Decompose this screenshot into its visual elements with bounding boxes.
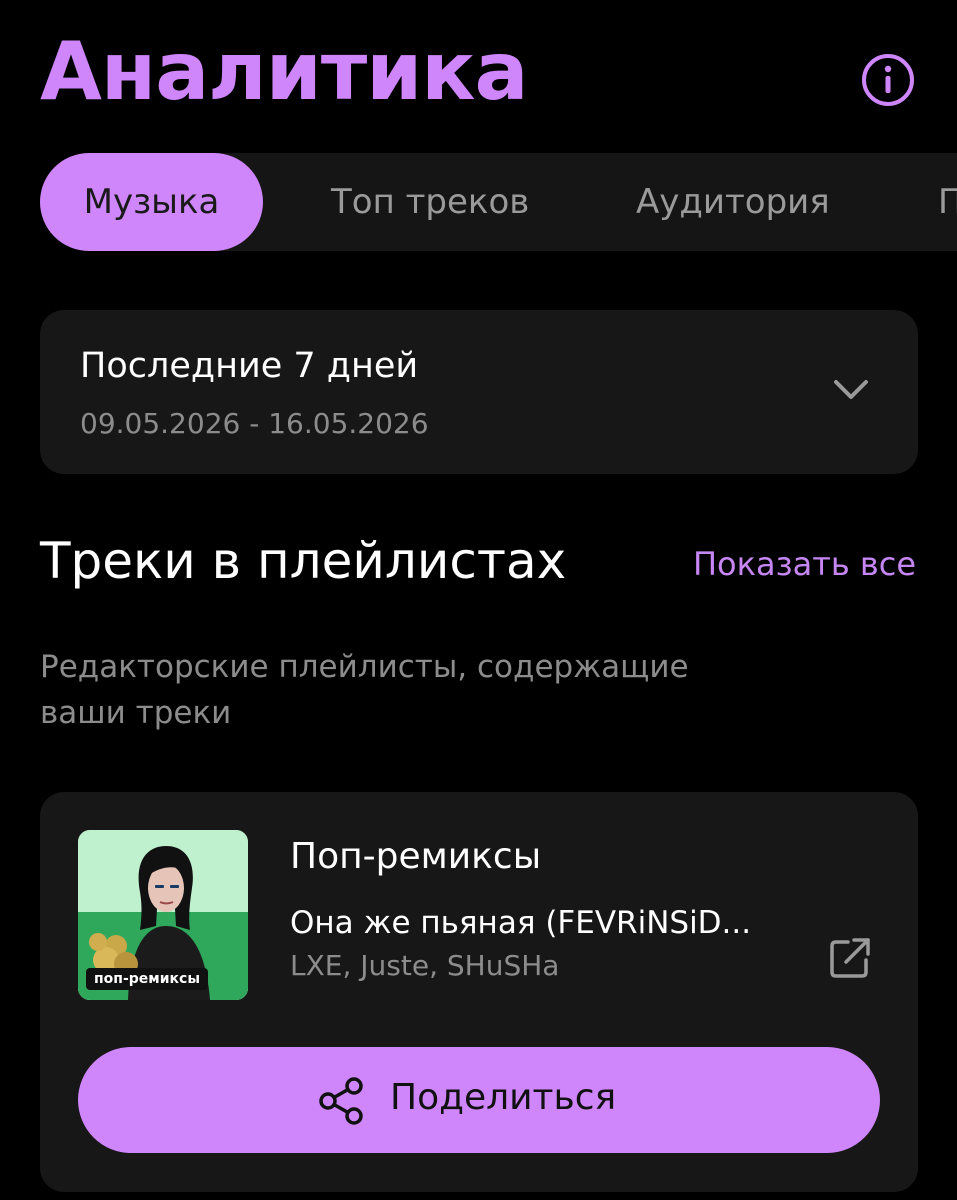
tab-top-tracks[interactable]: Топ треков — [331, 153, 529, 251]
section-description: Редакторские плейлисты, содержащие ваши … — [40, 649, 689, 731]
tab-bar: Музыка Топ треков Аудитория П — [40, 153, 957, 251]
chevron-down-icon — [834, 380, 868, 399]
period-selector[interactable]: Последние 7 дней 09.05.2026 - 16.05.2026 — [40, 310, 918, 474]
period-range: 09.05.2026 - 16.05.2026 — [80, 407, 429, 440]
tab-music[interactable]: Музыка — [40, 153, 263, 251]
period-title: Последние 7 дней — [80, 346, 419, 386]
playlist-cover[interactable]: поп-ремиксы — [78, 830, 248, 1000]
info-icon[interactable] — [860, 52, 916, 108]
playlist-card: поп-ремиксы Поп-ремиксы Она же пьяная (F… — [40, 792, 918, 1192]
share-icon — [319, 1077, 363, 1125]
playlist-name: Поп-ремиксы — [290, 836, 542, 877]
cover-tag: поп-ремиксы — [86, 968, 209, 990]
show-all-link[interactable]: Показать все — [693, 545, 916, 583]
tab-next[interactable]: П — [938, 153, 957, 251]
page-title: Аналитика — [40, 25, 529, 118]
external-link-icon[interactable] — [826, 934, 874, 982]
share-button-label: Поделиться — [390, 1077, 617, 1118]
analytics-screen: Аналитика Музыка Топ треков Аудитория П … — [0, 0, 957, 1200]
tab-audience[interactable]: Аудитория — [636, 153, 830, 251]
track-artists: LXE, Juste, SHuSHa — [290, 949, 560, 982]
track-name: Она же пьяная (FEVRiNSiD... — [290, 905, 752, 941]
section-title: Треки в плейлистах — [40, 532, 567, 590]
share-button[interactable]: Поделиться — [78, 1047, 880, 1153]
